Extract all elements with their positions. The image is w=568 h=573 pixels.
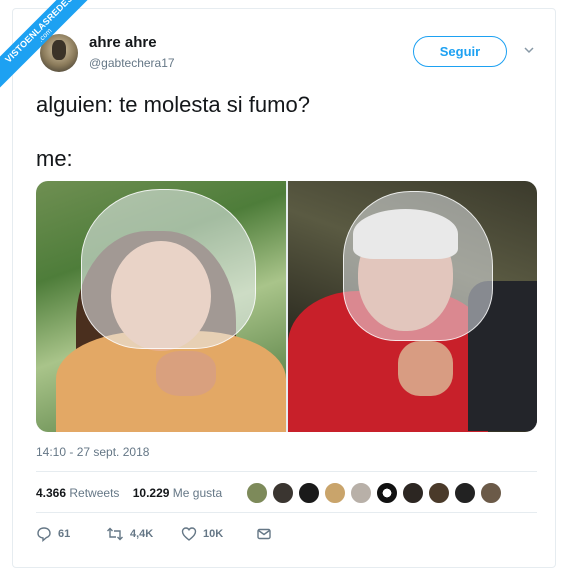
liker-avatar[interactable] bbox=[428, 482, 450, 504]
liker-avatar[interactable] bbox=[324, 482, 346, 504]
likes-label[interactable]: Me gusta bbox=[173, 486, 222, 500]
tweet-text-line1: alguien: te molesta si fumo? bbox=[36, 92, 310, 117]
reply-count: 61 bbox=[58, 528, 71, 540]
like-count: 10K bbox=[203, 528, 224, 540]
tweet-media[interactable] bbox=[36, 181, 537, 432]
liker-avatar[interactable] bbox=[298, 482, 320, 504]
retweets-count[interactable]: 4.366 bbox=[36, 486, 66, 500]
display-name[interactable]: ahre ahre bbox=[89, 34, 157, 51]
retweet-count: 4,4K bbox=[130, 528, 154, 540]
follow-button[interactable]: Seguir bbox=[413, 36, 507, 67]
retweets-label[interactable]: Retweets bbox=[69, 486, 119, 500]
chevron-down-icon[interactable] bbox=[523, 44, 535, 56]
retweet-icon bbox=[106, 526, 124, 542]
reply-icon bbox=[36, 526, 52, 542]
heart-icon bbox=[181, 526, 197, 542]
divider bbox=[36, 512, 537, 513]
message-icon bbox=[256, 526, 272, 542]
liker-avatar[interactable] bbox=[246, 482, 268, 504]
liker-avatar[interactable] bbox=[350, 482, 372, 504]
likers-avatars bbox=[246, 482, 502, 504]
reply-button[interactable]: 61 bbox=[36, 526, 106, 542]
liker-avatar[interactable] bbox=[454, 482, 476, 504]
tweet-actions: 61 4,4K 10K bbox=[36, 526, 272, 542]
liker-avatar[interactable] bbox=[480, 482, 502, 504]
photo-woman-with-bag[interactable] bbox=[287, 181, 537, 432]
liker-avatar[interactable] bbox=[376, 482, 398, 504]
tweet-timestamp[interactable]: 14:10 - 27 sept. 2018 bbox=[36, 445, 149, 459]
tweet-text-line2: me: bbox=[36, 146, 73, 171]
direct-message-button[interactable] bbox=[256, 526, 272, 542]
user-handle[interactable]: @gabtechera17 bbox=[89, 56, 175, 70]
retweet-button[interactable]: 4,4K bbox=[106, 526, 181, 542]
like-button[interactable]: 10K bbox=[181, 526, 256, 542]
liker-avatar[interactable] bbox=[272, 482, 294, 504]
liker-avatar[interactable] bbox=[402, 482, 424, 504]
likes-count[interactable]: 10.229 bbox=[133, 486, 170, 500]
photo-girl-with-bag[interactable] bbox=[36, 181, 286, 432]
divider bbox=[36, 471, 537, 472]
engagement-stats: 4.366 Retweets 10.229 Me gusta bbox=[36, 486, 222, 500]
